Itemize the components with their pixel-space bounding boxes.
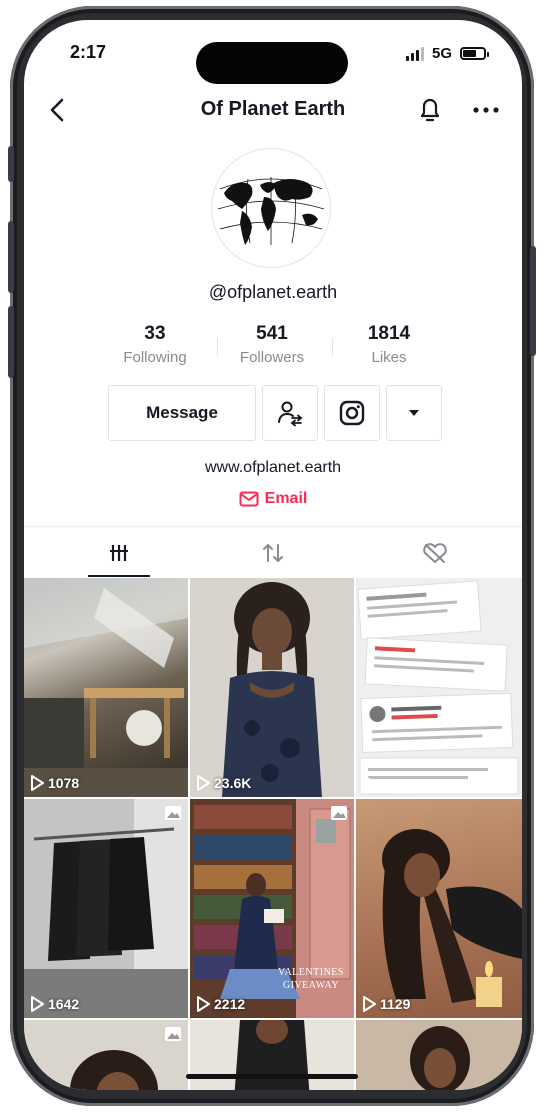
- play-icon: [197, 996, 210, 1012]
- tab-liked[interactable]: [404, 527, 466, 579]
- view-count-value: 1078: [48, 775, 80, 791]
- view-count-value: 2212: [214, 996, 246, 1012]
- more-actions-button[interactable]: [386, 385, 442, 441]
- view-count: 1078: [30, 775, 79, 791]
- stat-divider: [332, 338, 333, 356]
- thumbnail-portrait-candle: [382, 829, 522, 1007]
- world-map-logo: [217, 177, 325, 245]
- top-nav: Of Planet Earth: [24, 90, 522, 130]
- power-button: [530, 246, 536, 356]
- profile-actions: Message: [24, 385, 522, 443]
- grid-item[interactable]: 1642: [24, 799, 188, 1018]
- thumbnail-dress-partial: [234, 1020, 310, 1090]
- home-indicator[interactable]: [186, 1074, 358, 1079]
- thumbnail-portrait-partial: [410, 1026, 470, 1090]
- view-count: 1642: [30, 996, 79, 1012]
- status-time: 2:17: [70, 42, 107, 62]
- caret-down-icon: [409, 410, 419, 416]
- volume-down-button: [8, 306, 14, 378]
- message-button[interactable]: Message: [108, 385, 256, 441]
- email-link[interactable]: Email: [24, 490, 522, 508]
- signal-icon: [405, 46, 424, 61]
- grid-item[interactable]: [190, 1020, 354, 1090]
- grid-item[interactable]: [24, 1020, 188, 1090]
- tab-reposts[interactable]: [242, 527, 304, 579]
- instagram-button[interactable]: [324, 385, 380, 441]
- bell-icon[interactable]: [416, 94, 444, 126]
- stat-following[interactable]: 33 Following: [100, 323, 210, 366]
- avatar[interactable]: [211, 148, 331, 268]
- photo-icon: [165, 1027, 181, 1041]
- stat-value: 1814: [367, 323, 411, 344]
- play-icon: [363, 996, 376, 1012]
- play-icon: [363, 775, 376, 791]
- thumbnail-dresses-rack: [24, 799, 188, 1018]
- grid-item[interactable]: [356, 578, 522, 797]
- stat-likes[interactable]: 1814 Likes: [334, 323, 444, 366]
- thumbnail-model-dress: [222, 582, 322, 797]
- stat-label: Followers: [239, 349, 305, 366]
- stat-divider: [217, 338, 218, 356]
- envelope-icon: [239, 491, 259, 507]
- profile-stats: 33 Following 541 Followers 1814 Likes: [24, 323, 522, 373]
- tab-videos[interactable]: [88, 527, 150, 579]
- follow-switch-button[interactable]: [262, 385, 318, 441]
- action-button: [8, 146, 14, 182]
- more-options-icon[interactable]: [471, 94, 501, 126]
- grid-item[interactable]: 1129: [356, 799, 522, 1018]
- view-count: 1129: [362, 996, 410, 1012]
- status-icons: 5G: [405, 45, 489, 62]
- email-label: Email: [264, 490, 308, 507]
- stat-label: Following: [123, 349, 187, 366]
- giveaway-overlay-text: VALENTINES GIVEAWAY: [278, 967, 344, 991]
- stat-label: Likes: [371, 349, 407, 366]
- grid-icon: [110, 545, 128, 561]
- photo-icon: [331, 806, 347, 820]
- volume-up-button: [8, 221, 14, 293]
- thumbnail-studio: [24, 578, 188, 797]
- view-count: [362, 775, 380, 791]
- user-switch-icon: [278, 401, 303, 427]
- play-icon: [197, 775, 210, 791]
- active-tab-indicator: [88, 575, 150, 577]
- view-count: 23.6K: [196, 775, 251, 791]
- instagram-icon: [339, 400, 365, 426]
- grid-item[interactable]: 23.6K: [190, 578, 354, 797]
- screen: 2:17 5G Of Planet Earth @ofplanet.earth …: [24, 20, 522, 1090]
- view-count: 2212: [196, 996, 245, 1012]
- play-icon: [31, 996, 44, 1012]
- view-count-value: 23.6K: [214, 775, 252, 791]
- stat-value: 33: [144, 323, 166, 344]
- page-title: Of Planet Earth: [200, 98, 346, 120]
- grid-item[interactable]: 1078: [24, 578, 188, 797]
- repost-icon: [263, 544, 283, 562]
- thumbnail-reviews-collage: [356, 578, 522, 797]
- profile-tabs: [24, 526, 522, 579]
- hidden-heart-icon: [423, 543, 447, 563]
- stat-value: 541: [256, 323, 288, 344]
- grid-item[interactable]: [356, 1020, 522, 1090]
- view-count-value: 1642: [48, 996, 80, 1012]
- website-link[interactable]: www.ofplanet.earth: [24, 459, 522, 477]
- network-label: 5G: [431, 45, 452, 62]
- photo-icon: [165, 806, 181, 820]
- battery-icon: [460, 47, 489, 60]
- profile-handle: @ofplanet.earth: [208, 282, 338, 302]
- grid-item[interactable]: VALENTINES GIVEAWAY 2212: [190, 799, 354, 1018]
- video-grid: 1078 23.6K 1642 VALENTINES GIVEAWAY 2212…: [24, 578, 522, 1090]
- dynamic-island: [196, 42, 348, 84]
- stat-followers[interactable]: 541 Followers: [217, 323, 327, 366]
- play-icon: [31, 775, 44, 791]
- view-count-value: 1129: [380, 996, 411, 1012]
